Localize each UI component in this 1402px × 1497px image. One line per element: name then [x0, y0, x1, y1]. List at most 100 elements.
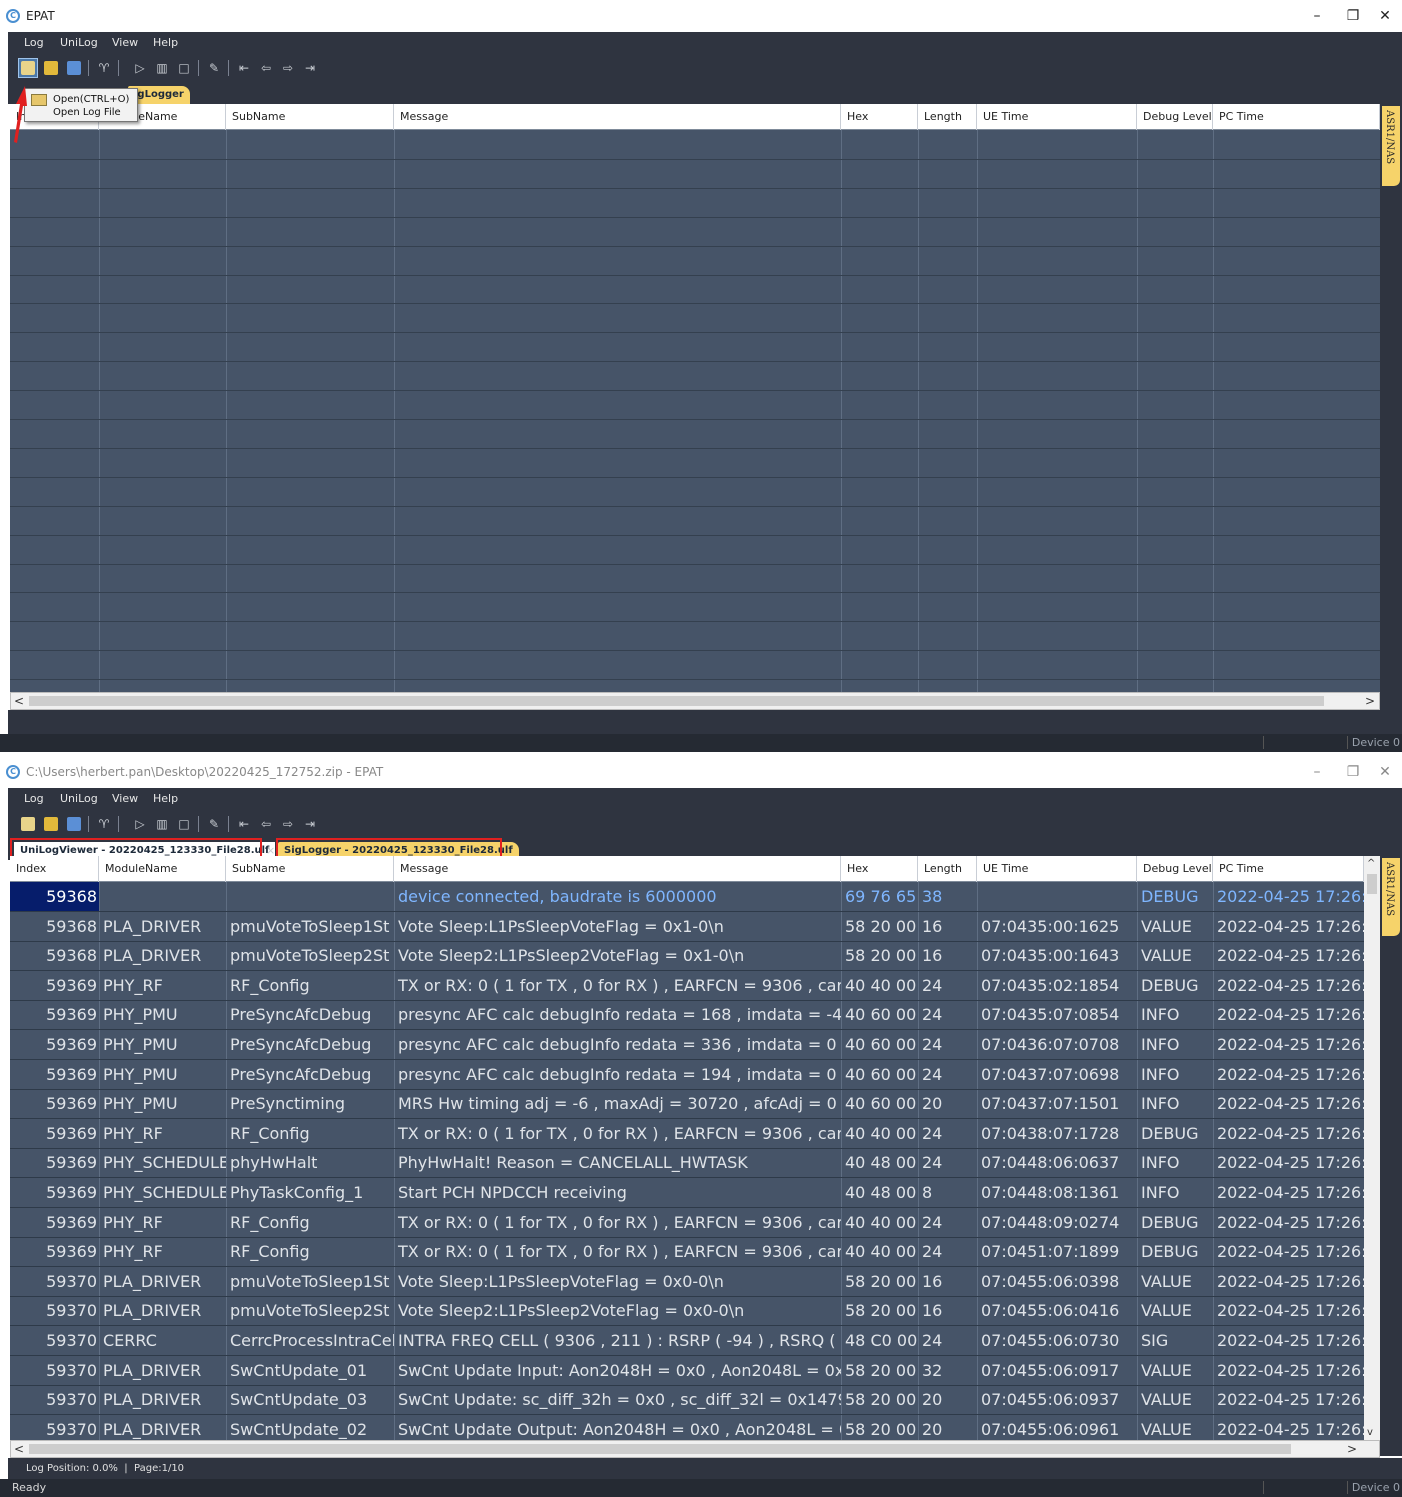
col-index[interactable]: Index — [10, 856, 99, 882]
table-row[interactable]: 59370 CERRC CerrcProcessIntraCel INTRA FREQ… — [10, 1326, 1380, 1356]
pause-icon[interactable]: ▥ — [152, 58, 172, 78]
cell-subname: CerrcProcessIntraCel — [230, 1331, 394, 1350]
close-button[interactable]: ✕ — [1370, 761, 1400, 783]
table-row[interactable]: 59370 PLA_DRIVER SwCntUpdate_02 SwCnt Updat… — [10, 1415, 1380, 1440]
col-uetime[interactable]: UE Time — [977, 104, 1137, 130]
table-row[interactable]: 59370 PLA_DRIVER pmuVoteToSleep1St Vote Sle… — [10, 1267, 1380, 1297]
table-row[interactable]: 59369 PHY_RF RF_Config TX or RX: 0 ( 1 for … — [10, 1237, 1380, 1268]
cell-modulename: PLA_DRIVER — [103, 1390, 202, 1410]
table-row[interactable]: 59370 PLA_DRIVER pmuVoteToSleep2St Vote Sle… — [10, 1296, 1380, 1327]
last-icon[interactable]: ⇥ — [300, 814, 320, 834]
scroll-right-icon[interactable]: > — [1365, 693, 1375, 709]
prev-icon[interactable]: ⇦ — [256, 58, 276, 78]
scroll-up-icon[interactable]: ^ — [1367, 858, 1375, 869]
table-row[interactable]: 59369 PHY_RF RF_Config TX or RX: 0 ( 1 for … — [10, 1208, 1380, 1238]
cell-length: 24 — [922, 1212, 943, 1232]
scroll-left-icon[interactable]: < — [14, 1441, 24, 1457]
side-tab-asr1-nas[interactable]: ASR1/NAS — [1382, 106, 1400, 186]
horizontal-scrollbar[interactable]: < > — [10, 692, 1380, 710]
table-row[interactable]: 59369 PHY_PMU PreSyncAfcDebug presync AFC c… — [10, 1000, 1380, 1031]
col-pctime[interactable]: PC Time — [1213, 856, 1364, 882]
col-uetime[interactable]: UE Time — [977, 856, 1137, 882]
menu-log[interactable]: Log — [24, 36, 44, 49]
table-row[interactable]: 59369 PHY_PMU PreSyncAfcDebug presync AFC c… — [10, 1030, 1380, 1060]
menu-unilog[interactable]: UniLog — [60, 36, 98, 49]
horizontal-scrollbar[interactable]: < > — [10, 1440, 1380, 1458]
col-message[interactable]: Message — [394, 856, 841, 882]
clear-icon[interactable]: ✎ — [204, 58, 224, 78]
cell-uetime: 07:0455:06:0937 — [981, 1390, 1120, 1410]
vertical-scrollbar[interactable]: ^ v — [1364, 856, 1380, 1440]
prev-icon[interactable]: ⇦ — [256, 814, 276, 834]
log-position: Log Position: 0.0% | Page:1/10 — [26, 1463, 185, 1474]
table-row[interactable]: 59369 PHY_RF RF_Config TX or RX: 0 ( 1 for … — [10, 1119, 1380, 1149]
table-row[interactable]: 59368 device connected, baudrate is 60000… — [10, 882, 1380, 912]
scroll-right-icon[interactable]: > — [1347, 1441, 1357, 1457]
last-icon[interactable]: ⇥ — [300, 58, 320, 78]
clear-icon[interactable]: ✎ — [204, 814, 224, 834]
stop-icon[interactable]: □ — [174, 814, 194, 834]
menu-help[interactable]: Help — [153, 36, 178, 49]
save-icon[interactable] — [41, 58, 61, 78]
table-row[interactable]: 59369 PHY_SCHEDULE phyHwHalt PhyHwHalt! Rea… — [10, 1148, 1380, 1179]
col-hex[interactable]: Hex — [841, 856, 918, 882]
cell-hex: 58 20 00 — [845, 1390, 917, 1410]
save-icon[interactable] — [41, 814, 61, 834]
play-icon[interactable]: ▷ — [130, 814, 150, 834]
table-row[interactable]: 59368 PLA_DRIVER pmuVoteToSleep2St Vote Sle… — [10, 941, 1380, 972]
col-message[interactable]: Message — [394, 104, 841, 130]
database-icon[interactable] — [64, 58, 84, 78]
first-icon[interactable]: ⇤ — [234, 814, 254, 834]
close-button[interactable]: ✕ — [1370, 5, 1400, 27]
filter-icon[interactable]: ♈ — [94, 58, 114, 78]
col-pctime[interactable]: PC Time — [1213, 104, 1380, 130]
cell-debuglevel: DEBUG — [1141, 1242, 1199, 1262]
open-file-icon[interactable] — [18, 58, 38, 78]
cell-length: 16 — [922, 916, 943, 936]
cell-hex: 58 20 00 — [845, 1360, 917, 1380]
table-row[interactable]: 59370 PLA_DRIVER SwCntUpdate_03 SwCnt Updat… — [10, 1385, 1380, 1416]
stop-icon[interactable]: □ — [174, 58, 194, 78]
side-tab-asr1-nas[interactable]: ASR1/NAS — [1382, 858, 1400, 936]
restore-button[interactable]: ❐ — [1338, 5, 1368, 27]
cell-uetime: 07:0438:07:1728 — [981, 1123, 1120, 1143]
col-length[interactable]: Length — [918, 104, 977, 130]
col-length[interactable]: Length — [918, 856, 977, 882]
table-row[interactable]: 59369 PHY_PMU PreSynctiming MRS Hw timing a… — [10, 1089, 1380, 1120]
first-icon[interactable]: ⇤ — [234, 58, 254, 78]
database-icon[interactable] — [64, 814, 84, 834]
minimize-button[interactable]: – — [1302, 5, 1332, 27]
pause-icon[interactable]: ▥ — [152, 814, 172, 834]
scroll-left-icon[interactable]: < — [14, 693, 24, 709]
col-subname[interactable]: SubName — [226, 104, 394, 130]
restore-button[interactable]: ❐ — [1338, 761, 1368, 783]
next-icon[interactable]: ⇨ — [278, 814, 298, 834]
cell-length: 24 — [922, 1064, 943, 1084]
col-modulename[interactable]: ModuleName — [99, 856, 226, 882]
col-hex[interactable]: Hex — [841, 104, 918, 130]
menu-view[interactable]: View — [112, 792, 138, 805]
col-debuglevel[interactable]: Debug Level — [1137, 104, 1213, 130]
epat-window-loaded: C C:\Users\herbert.pan\Desktop\20220425_… — [0, 756, 1402, 1497]
table-row[interactable]: 59369 PHY_SCHEDULE PhyTaskConfig_1 Start PC… — [10, 1178, 1380, 1208]
col-debuglevel[interactable]: Debug Level — [1137, 856, 1213, 882]
menu-unilog[interactable]: UniLog — [60, 792, 98, 805]
cell-debuglevel: DEBUG — [1141, 1123, 1199, 1143]
menu-log[interactable]: Log — [24, 792, 44, 805]
table-row[interactable]: 59369 PHY_RF RF_Config TX or RX: 0 ( 1 for … — [10, 971, 1380, 1001]
menu-help[interactable]: Help — [153, 792, 178, 805]
table-row[interactable]: 59368 PLA_DRIVER pmuVoteToSleep1St Vote Sle… — [10, 912, 1380, 942]
scroll-down-icon[interactable]: v — [1367, 1427, 1373, 1438]
cell-debuglevel: VALUE — [1141, 1390, 1192, 1410]
minimize-button[interactable]: – — [1302, 761, 1332, 783]
filter-icon[interactable]: ♈ — [94, 814, 114, 834]
col-subname[interactable]: SubName — [226, 856, 394, 882]
open-file-icon[interactable] — [18, 814, 38, 834]
menu-view[interactable]: View — [112, 36, 138, 49]
cell-debuglevel: VALUE — [1141, 916, 1192, 936]
table-row[interactable]: 59370 PLA_DRIVER SwCntUpdate_01 SwCnt Updat… — [10, 1356, 1380, 1386]
table-row[interactable]: 59369 PHY_PMU PreSyncAfcDebug presync AFC c… — [10, 1060, 1380, 1090]
play-icon[interactable]: ▷ — [130, 58, 150, 78]
next-icon[interactable]: ⇨ — [278, 58, 298, 78]
cell-subname: pmuVoteToSleep2St — [230, 946, 390, 966]
